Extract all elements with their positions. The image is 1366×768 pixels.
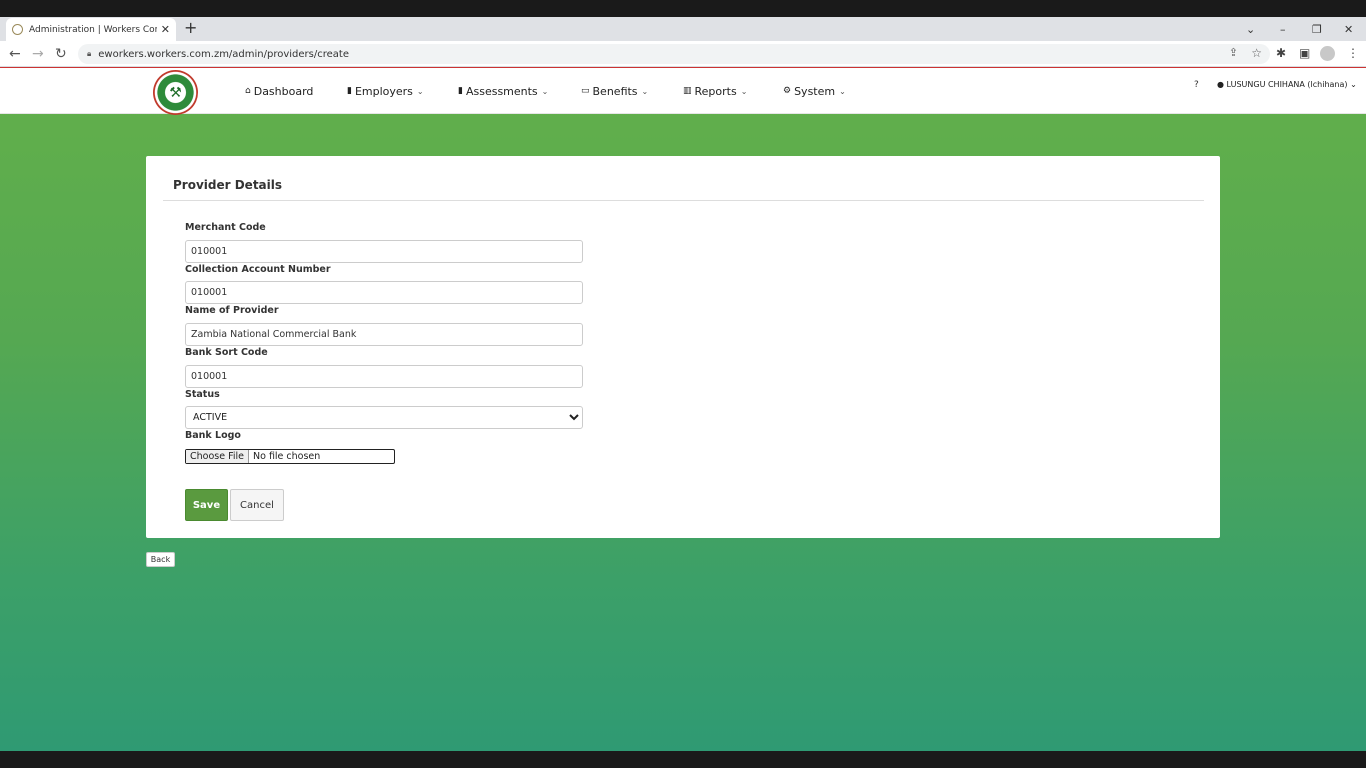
address-bar: ← → ↻ 🔒︎ eworkers.workers.com.zm/admin/p… (0, 41, 1366, 67)
tab-close-icon[interactable]: ✕ (161, 23, 170, 36)
nav-dashboard[interactable]: ⌂ Dashboard (245, 68, 313, 114)
provider-name-input[interactable] (185, 323, 583, 346)
nav-employers[interactable]: ▮ Employers ⌄ (347, 68, 424, 114)
money-icon: ▭ (581, 86, 590, 96)
back-arrow-icon[interactable]: ← (9, 45, 21, 63)
nav-label: System (794, 84, 836, 98)
url-input[interactable]: 🔒︎ eworkers.workers.com.zm/admin/provide… (78, 44, 1270, 64)
nav-label: Employers (354, 84, 413, 98)
nav-benefits[interactable]: ▭ Benefits ⌄ (581, 68, 648, 114)
organization-logo[interactable]: ⚒ (153, 70, 198, 115)
forward-arrow-icon[interactable]: → (32, 45, 44, 63)
divider (163, 200, 1204, 201)
cancel-button[interactable]: Cancel (230, 489, 284, 521)
window-bottom-bar (0, 751, 1366, 768)
user-icon: ● (1217, 80, 1224, 89)
chevron-down-icon: ⌄ (839, 86, 846, 96)
bookmark-star-icon[interactable]: ☆ (1251, 46, 1262, 60)
cogs-icon: ⚙ (783, 86, 792, 96)
sort-code-label: Bank Sort Code (185, 347, 268, 358)
save-button[interactable]: Save (185, 489, 228, 521)
home-icon: ⌂ (245, 86, 251, 96)
nav-reports[interactable]: ▥ Reports ⌄ (683, 68, 747, 114)
user-name: LUSUNGU CHIHANA (lchihana) (1226, 80, 1348, 89)
user-menu[interactable]: ● LUSUNGU CHIHANA (lchihana) ⌄ (1217, 80, 1357, 89)
tab-strip: Administration | Workers Compe ✕ + (0, 17, 1366, 41)
chevron-down-icon: ⌄ (541, 86, 549, 96)
file-icon: ▮ (458, 86, 463, 96)
lock-icon: 🔒︎ (87, 49, 92, 58)
sort-code-input[interactable] (185, 365, 583, 388)
restore-icon[interactable]: ❐ (1312, 17, 1322, 41)
page-content: ⚒ ⌂ Dashboard ▮ Employers ⌄ ▮ Assessment… (0, 67, 1366, 751)
reload-icon[interactable]: ↻ (55, 45, 67, 63)
back-button[interactable]: Back (146, 552, 175, 567)
browser-menu-icon[interactable]: ⋮ (1347, 46, 1359, 60)
window-close-icon[interactable]: ✕ (1344, 17, 1353, 41)
status-label: Status (185, 389, 220, 400)
bank-logo-label: Bank Logo (185, 430, 241, 441)
chevron-down-icon: ⌄ (416, 86, 424, 96)
browser-tab[interactable]: Administration | Workers Compe ✕ (6, 18, 176, 41)
merchant-code-input[interactable] (185, 240, 583, 263)
site-navbar: ⚒ ⌂ Dashboard ▮ Employers ⌄ ▮ Assessment… (0, 68, 1366, 115)
provider-name-label: Name of Provider (185, 305, 279, 316)
minimize-icon[interactable]: – (1280, 17, 1286, 41)
share-icon[interactable]: ⇪ (1229, 46, 1238, 59)
nav-assessments[interactable]: ▮ Assessments ⌄ (458, 68, 548, 114)
nav-label: Dashboard (253, 84, 314, 98)
profile-avatar[interactable] (1320, 46, 1335, 61)
favicon-icon (12, 24, 23, 35)
card-title: Provider Details (173, 178, 283, 192)
choose-file-button[interactable]: Choose File (186, 450, 249, 463)
chevron-down-icon: ⌄ (641, 86, 649, 96)
bank-logo-file-input[interactable]: Choose File No file chosen (185, 449, 395, 464)
extensions-icon[interactable]: ✱ (1276, 46, 1286, 60)
url-text: eworkers.workers.com.zm/admin/providers/… (98, 48, 349, 60)
new-tab-icon[interactable]: + (184, 18, 197, 38)
nav-label: Benefits (592, 84, 638, 98)
building-icon: ▮ (347, 86, 352, 96)
help-icon[interactable]: ? (1194, 80, 1199, 90)
chevron-down-icon: ⌄ (1350, 80, 1357, 89)
provider-details-card: Provider Details Merchant Code Collectio… (146, 156, 1220, 538)
collection-account-label: Collection Account Number (185, 264, 331, 275)
side-panel-icon[interactable]: ▣ (1299, 46, 1310, 60)
window-top-bar (0, 0, 1366, 17)
collection-account-input[interactable] (185, 281, 583, 304)
chevron-down-icon: ⌄ (740, 86, 748, 96)
tab-search-icon[interactable]: ⌄ (1246, 17, 1255, 41)
nav-system[interactable]: ⚙ System ⌄ (783, 68, 846, 114)
tab-title: Administration | Workers Compe (29, 24, 157, 35)
nav-label: Assessments (465, 84, 538, 98)
nav-label: Reports (694, 84, 737, 98)
status-select[interactable]: ACTIVE (185, 406, 583, 429)
file-status-text: No file chosen (253, 451, 321, 462)
merchant-code-label: Merchant Code (185, 222, 266, 233)
bar-chart-icon: ▥ (683, 86, 692, 96)
